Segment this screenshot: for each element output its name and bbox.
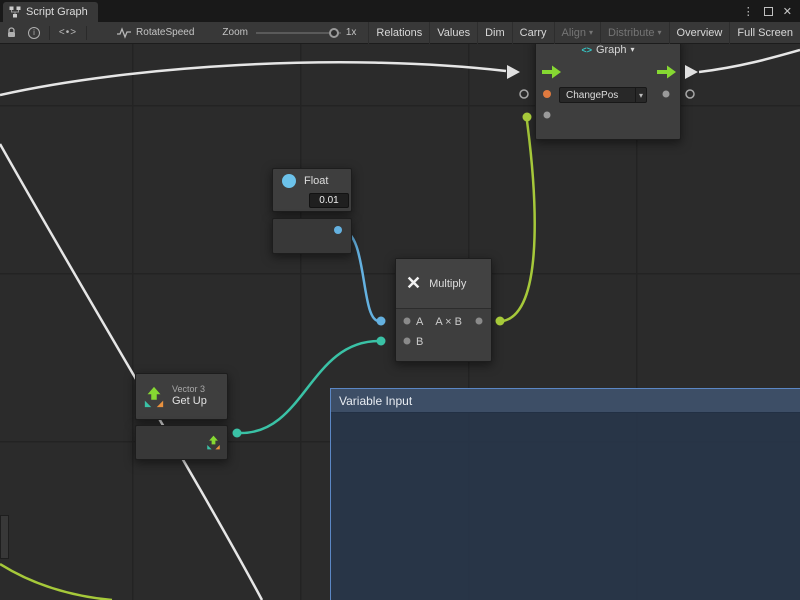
variable-input-panel[interactable]: Variable Input — [330, 388, 800, 600]
multiply-node[interactable]: ✕ Multiply A A × B B — [395, 258, 492, 362]
graph-node[interactable]: <> Graph ▾ ChangePos ▾ — [535, 44, 681, 140]
wire-multiply-to-graph[interactable] — [503, 121, 535, 321]
partial-node-left-edge[interactable] — [0, 515, 9, 559]
graph-node-header[interactable]: <> Graph ▾ — [536, 44, 680, 57]
vector3-up-icon — [143, 386, 165, 408]
relations-button[interactable]: Relations — [368, 22, 429, 44]
wire-white-topright[interactable] — [699, 50, 800, 72]
toolbar: i <•> RotateSpeed Zoom 1x Relations Valu… — [0, 22, 800, 44]
carry-button[interactable]: Carry — [512, 22, 554, 44]
distribute-button[interactable]: Distribute ▾ — [600, 22, 668, 44]
getup-node[interactable]: Vector 3 Get Up — [135, 373, 228, 420]
result-label: A × B — [435, 316, 462, 328]
multiply-b-endpoint[interactable] — [377, 337, 386, 346]
tab-label: Script Graph — [26, 6, 88, 18]
wire-green-bottomleft[interactable] — [0, 564, 112, 600]
values-button[interactable]: Values — [429, 22, 477, 44]
graph-name: RotateSpeed — [117, 27, 194, 39]
changepos-dropdown[interactable]: ChangePos ▾ — [559, 87, 647, 103]
chevron-down-icon: ▾ — [589, 28, 593, 37]
multiply-icon: ✕ — [406, 273, 421, 294]
close-icon[interactable]: ✕ — [783, 5, 792, 18]
info-icon[interactable]: i — [23, 22, 45, 44]
wire-white-diagonal[interactable] — [0, 144, 262, 600]
float-output-port-section[interactable] — [272, 218, 352, 254]
chevron-down-icon: ▾ — [631, 45, 635, 54]
fullscreen-button[interactable]: Full Screen — [729, 22, 800, 44]
graph-node-title: Graph — [596, 44, 627, 56]
code-icon: <> — [581, 45, 592, 55]
script-pulse-icon — [117, 27, 131, 39]
variable-input-title: Variable Input — [339, 394, 412, 408]
flow-arrow-in-icon[interactable] — [507, 65, 520, 79]
maximize-icon[interactable] — [764, 7, 773, 16]
menu-dots-icon[interactable]: ⋮ — [743, 5, 754, 18]
multiply-a-endpoint[interactable] — [377, 317, 386, 326]
multiply-node-header[interactable]: ✕ Multiply — [396, 259, 491, 309]
vector3-mini-icon — [206, 435, 221, 450]
window-controls: ⋮ ✕ — [743, 0, 800, 22]
tab-script-graph[interactable]: Script Graph — [3, 2, 98, 22]
chevron-down-icon: ▾ — [635, 88, 646, 102]
wire-white-top[interactable] — [0, 62, 506, 95]
float-type-icon — [282, 174, 296, 188]
toolbar-separator — [49, 26, 50, 40]
port-b-label: B — [416, 336, 423, 348]
chevron-down-icon: ▾ — [658, 28, 662, 37]
graph-icon — [9, 6, 21, 18]
changepos-value: ChangePos — [560, 90, 635, 101]
graph-canvas[interactable]: <> Graph ▾ ChangePos ▾ Float 0.01 ✕ Mult… — [0, 44, 800, 600]
getup-output-port-section[interactable] — [135, 425, 228, 460]
zoom-label: Zoom — [222, 27, 248, 38]
unconnected-port-right[interactable] — [686, 90, 694, 98]
zoom-slider[interactable] — [256, 22, 341, 44]
float-node[interactable]: Float 0.01 — [272, 168, 352, 212]
unconnected-port-left[interactable] — [520, 90, 528, 98]
goto-definition-icon[interactable]: <•> — [54, 22, 82, 44]
toolbar-buttons: Relations Values Dim Carry Align ▾ Distr… — [368, 22, 800, 44]
dim-button[interactable]: Dim — [477, 22, 512, 44]
zoom-slider-handle[interactable] — [329, 28, 339, 38]
align-button[interactable]: Align ▾ — [554, 22, 600, 44]
variable-input-header[interactable]: Variable Input — [331, 389, 800, 413]
flow-arrow-out-icon[interactable] — [685, 65, 698, 79]
multiply-port-row-a[interactable]: A A × B — [396, 312, 491, 332]
port-a-label: A — [416, 316, 423, 328]
lock-icon[interactable] — [0, 22, 23, 44]
getup-node-title: Get Up — [172, 395, 207, 409]
multiply-port-row-b[interactable]: B — [396, 332, 491, 352]
wire-endpoint-green-top[interactable] — [523, 113, 532, 122]
titlebar: Script Graph ⋮ ✕ — [0, 0, 800, 22]
float-node-title: Float — [304, 175, 328, 187]
float-value-field[interactable]: 0.01 — [309, 193, 349, 208]
lock-icon-glyph — [5, 26, 18, 39]
graph-name-label: RotateSpeed — [136, 27, 194, 38]
multiply-node-title: Multiply — [429, 278, 466, 290]
overview-button[interactable]: Overview — [669, 22, 730, 44]
zoom-value: 1x — [346, 27, 357, 38]
getup-output-port[interactable] — [233, 429, 242, 438]
getup-type-label: Vector 3 — [172, 384, 207, 395]
toolbar-separator — [86, 26, 87, 40]
wire-endpoint-green-bottom[interactable] — [496, 317, 505, 326]
